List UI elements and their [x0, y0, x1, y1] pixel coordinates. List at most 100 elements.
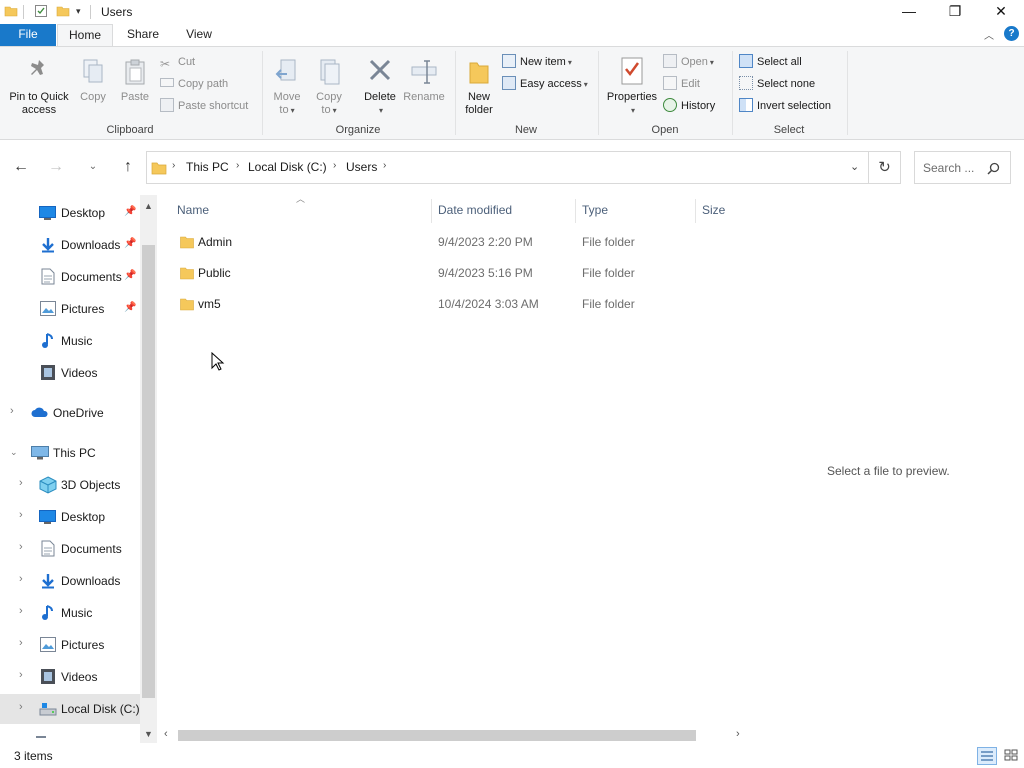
expand-chevron-icon[interactable]: ›: [10, 405, 14, 417]
tab-home[interactable]: Home: [57, 24, 113, 46]
expand-chevron-icon[interactable]: ›: [19, 541, 23, 553]
properties-quick-icon[interactable]: [34, 4, 48, 18]
nav-item-pc-downloads[interactable]: › Downloads: [0, 566, 140, 596]
cut-button[interactable]: ✂ Cut: [160, 53, 195, 73]
open-button[interactable]: Open ▾: [663, 53, 714, 73]
nav-item-desktop[interactable]: Desktop 📌: [0, 198, 140, 228]
column-header-name[interactable]: Name: [177, 203, 209, 217]
nav-item-downloads[interactable]: Downloads 📌: [0, 230, 140, 260]
file-row-public[interactable]: Public 9/4/2023 5:16 PM File folder: [160, 259, 750, 289]
paste-button[interactable]: Paste: [116, 57, 154, 104]
nav-item-local-disk[interactable]: › Local Disk (C:): [0, 694, 140, 724]
nav-item-videos[interactable]: Videos: [0, 358, 140, 388]
tab-view[interactable]: View: [174, 24, 224, 46]
expand-chevron-icon[interactable]: ›: [19, 477, 23, 489]
expand-chevron-icon[interactable]: ›: [19, 573, 23, 585]
properties-icon: [621, 57, 643, 85]
scroll-left-arrow-icon[interactable]: ‹: [164, 728, 168, 740]
invert-selection-button[interactable]: Invert selection: [739, 97, 831, 117]
edit-button[interactable]: Edit: [663, 75, 700, 95]
file-type: File folder: [582, 266, 635, 280]
nav-item-3d-objects[interactable]: › 3D Objects: [0, 470, 140, 500]
breadcrumb-this-pc[interactable]: This PC: [186, 160, 229, 174]
column-divider[interactable]: [575, 199, 576, 223]
back-button[interactable]: ←: [10, 155, 32, 179]
copy-to-button[interactable]: Copy to ▾: [311, 57, 347, 117]
copy-button[interactable]: Copy: [76, 57, 110, 104]
column-header-date-modified[interactable]: Date modified: [438, 203, 512, 217]
clipboard-group-label: Clipboard: [106, 124, 154, 136]
breadcrumb-users[interactable]: Users: [346, 160, 377, 174]
minimize-button[interactable]: —: [886, 0, 932, 24]
new-folder-quick-icon[interactable]: [56, 4, 70, 18]
scrollbar-thumb[interactable]: [142, 245, 155, 698]
3d-objects-icon: [39, 476, 57, 494]
breadcrumb-local-disk[interactable]: Local Disk (C:): [248, 160, 327, 174]
nav-pane-scrollbar[interactable]: ▲ ▼: [140, 195, 157, 743]
delete-button[interactable]: Delete ▾: [359, 57, 401, 117]
file-list-horizontal-scrollbar[interactable]: ‹ ›: [160, 727, 750, 744]
nav-item-music[interactable]: Music: [0, 326, 140, 356]
recent-locations-button[interactable]: ⌄: [82, 155, 104, 179]
copy-path-button[interactable]: Copy path: [160, 75, 228, 95]
nav-item-pc-documents[interactable]: › Documents: [0, 534, 140, 564]
maximize-button[interactable]: ❐: [932, 0, 978, 24]
rename-button[interactable]: Rename: [401, 57, 447, 104]
properties-button[interactable]: Properties ▾: [603, 55, 661, 117]
easy-access-button[interactable]: Easy access ▾: [502, 75, 588, 95]
expand-chevron-icon[interactable]: ›: [19, 669, 23, 681]
address-bar[interactable]: › This PC › Local Disk (C:) › Users › ⌄: [146, 151, 869, 184]
nav-item-onedrive[interactable]: › OneDrive: [0, 398, 140, 428]
search-input[interactable]: Search ...: [923, 161, 974, 175]
collapse-ribbon-icon[interactable]: ︿: [984, 27, 994, 42]
nav-item-pictures[interactable]: Pictures 📌: [0, 294, 140, 324]
nav-item-pc-pictures[interactable]: › Pictures: [0, 630, 140, 660]
select-none-button[interactable]: Select none: [739, 75, 815, 95]
expand-chevron-icon[interactable]: ›: [19, 637, 23, 649]
up-button[interactable]: ↑: [117, 155, 139, 179]
details-view-button[interactable]: [977, 747, 997, 765]
select-all-button[interactable]: Select all: [739, 53, 802, 73]
breadcrumb-separator-icon[interactable]: ›: [383, 160, 386, 171]
large-icons-view-button[interactable]: [1002, 747, 1022, 765]
new-item-button[interactable]: New item ▾: [502, 53, 572, 73]
tab-share[interactable]: Share: [116, 24, 170, 46]
expand-chevron-icon[interactable]: ›: [19, 701, 23, 713]
scrollbar-thumb[interactable]: [178, 730, 696, 741]
breadcrumb-separator-icon[interactable]: ›: [236, 160, 239, 171]
scroll-right-arrow-icon[interactable]: ›: [736, 728, 740, 740]
search-box[interactable]: Search ...: [914, 151, 1011, 184]
nav-item-pc-desktop[interactable]: › Desktop: [0, 502, 140, 532]
nav-item-pc-videos[interactable]: › Videos: [0, 662, 140, 692]
nav-item-pc-music[interactable]: › Music: [0, 598, 140, 628]
help-icon[interactable]: ?: [1004, 26, 1019, 41]
forward-button[interactable]: →: [45, 155, 67, 179]
column-header-type[interactable]: Type: [582, 203, 608, 217]
paste-shortcut-button[interactable]: Paste shortcut: [160, 97, 248, 117]
address-dropdown-icon[interactable]: ⌄: [850, 160, 859, 173]
breadcrumb-separator-icon[interactable]: ›: [333, 160, 336, 171]
file-row-vm5[interactable]: vm5 10/4/2024 3:03 AM File folder: [160, 290, 750, 320]
nav-item-documents[interactable]: Documents 📌: [0, 262, 140, 292]
refresh-button[interactable]: ↻: [869, 151, 901, 184]
file-row-admin[interactable]: Admin 9/4/2023 2:20 PM File folder: [160, 228, 750, 258]
customize-quick-access-icon[interactable]: ▾: [76, 6, 81, 17]
close-button[interactable]: ✕: [978, 0, 1024, 24]
file-list[interactable]: ︿ Name Date modified Type Size Admin 9/4…: [160, 194, 750, 725]
history-button[interactable]: History: [663, 97, 715, 117]
expand-chevron-icon[interactable]: ›: [19, 509, 23, 521]
scroll-up-arrow-icon[interactable]: ▲: [144, 201, 153, 211]
tab-file[interactable]: File: [0, 24, 56, 46]
nav-item-this-pc[interactable]: ⌄ This PC: [0, 438, 140, 468]
scroll-down-arrow-icon[interactable]: ▼: [144, 729, 153, 739]
column-divider[interactable]: [431, 199, 432, 223]
column-divider[interactable]: [695, 199, 696, 223]
column-header-size[interactable]: Size: [702, 203, 725, 217]
expand-chevron-icon[interactable]: ›: [19, 605, 23, 617]
new-folder-button[interactable]: New folder: [460, 57, 498, 117]
nav-label: Desktop: [61, 510, 106, 524]
move-to-button[interactable]: Move to ▾: [269, 57, 305, 117]
breadcrumb-separator-icon[interactable]: ›: [172, 160, 175, 171]
collapse-chevron-icon[interactable]: ⌄: [10, 447, 18, 458]
pin-to-quick-access-button[interactable]: Pin to Quick access: [4, 57, 74, 117]
